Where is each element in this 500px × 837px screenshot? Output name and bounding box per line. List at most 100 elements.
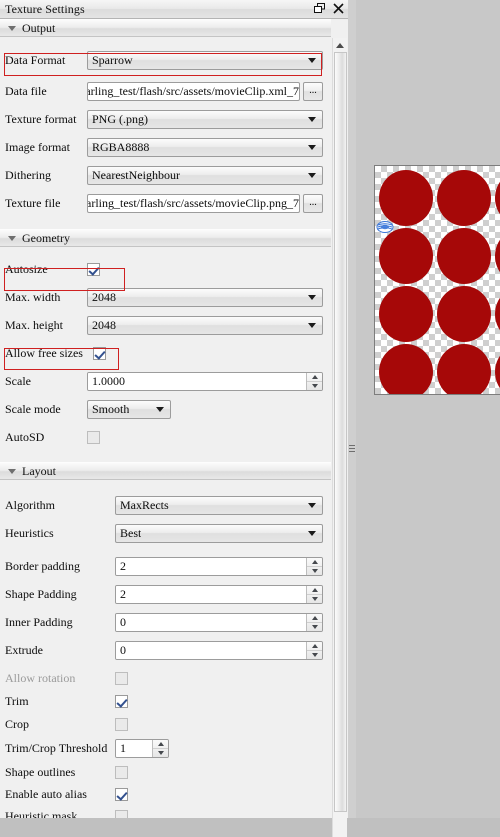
panel-splitter[interactable] bbox=[348, 0, 356, 818]
label-texture-file: Texture file bbox=[5, 195, 61, 210]
sprite-circle bbox=[437, 344, 491, 394]
inner-padding-step-up[interactable] bbox=[307, 614, 322, 623]
panel-title: Texture Settings bbox=[5, 2, 85, 16]
texture-file-input[interactable]: 7_starling_test/flash/src/assets/movieCl… bbox=[87, 193, 300, 213]
extrude-input[interactable]: 0 bbox=[115, 640, 323, 660]
shape-padding-input[interactable]: 2 bbox=[115, 584, 323, 604]
chevron-down-icon bbox=[8, 468, 16, 474]
preview-pane bbox=[356, 0, 500, 818]
extrude-value: 0 bbox=[116, 641, 306, 659]
label-data-file: Data file bbox=[5, 83, 47, 98]
label-scale: Scale bbox=[5, 373, 31, 388]
inner-padding-input[interactable]: 0 bbox=[115, 612, 323, 632]
section-body-geometry: Autosize Max. width 2048 Max. height 204… bbox=[0, 247, 331, 453]
inner-padding-step-down[interactable] bbox=[307, 623, 322, 631]
max-width-value: 2048 bbox=[92, 289, 116, 304]
sprite-circle bbox=[437, 170, 491, 226]
heuristics-select[interactable]: Best bbox=[115, 523, 323, 543]
extrude-step-up[interactable] bbox=[307, 642, 322, 651]
border-padding-step-up[interactable] bbox=[307, 558, 322, 567]
inner-padding-stepper[interactable] bbox=[306, 613, 322, 631]
heuristic-mask-checkbox[interactable] bbox=[115, 809, 128, 818]
chevron-down-icon bbox=[308, 295, 316, 300]
section-header-layout[interactable]: Layout bbox=[0, 462, 331, 480]
splitter-grip-icon bbox=[349, 441, 355, 455]
section-body-layout: Algorithm MaxRects Heuristics Best Borde… bbox=[0, 480, 331, 818]
shape-padding-stepper[interactable] bbox=[306, 585, 322, 603]
allow-free-sizes-checkbox[interactable] bbox=[93, 346, 106, 360]
border-padding-step-down[interactable] bbox=[307, 567, 322, 575]
enable-auto-alias-checkbox[interactable] bbox=[115, 787, 128, 801]
shape-padding-step-up[interactable] bbox=[307, 586, 322, 595]
trim-crop-threshold-step-up[interactable] bbox=[153, 740, 168, 749]
shape-padding-step-down[interactable] bbox=[307, 595, 322, 603]
autosize-checkbox[interactable] bbox=[87, 262, 100, 276]
label-autosd: AutoSD bbox=[5, 429, 45, 444]
scale-mode-select[interactable]: Smooth bbox=[87, 399, 171, 419]
float-icon[interactable] bbox=[313, 1, 326, 15]
image-format-select[interactable]: RGBA8888 bbox=[87, 137, 323, 157]
texture-format-select[interactable]: PNG (.png) bbox=[87, 109, 323, 129]
algorithm-select[interactable]: MaxRects bbox=[115, 495, 323, 515]
label-border-padding: Border padding bbox=[5, 558, 80, 573]
row-texture-format: Texture format PNG (.png) bbox=[0, 107, 331, 131]
trim-checkbox[interactable] bbox=[115, 695, 128, 708]
scrollbar-thumb[interactable] bbox=[334, 52, 347, 812]
settings-content: Output Data Format Sparrow Data file 7_s… bbox=[0, 19, 331, 818]
selected-sprite-marker[interactable] bbox=[376, 220, 394, 234]
row-image-format: Image format RGBA8888 bbox=[0, 135, 331, 159]
crop-checkbox[interactable] bbox=[115, 718, 128, 731]
sprite-circle bbox=[379, 228, 433, 284]
autosd-checkbox[interactable] bbox=[87, 430, 100, 444]
border-padding-input[interactable]: 2 bbox=[115, 556, 323, 576]
row-data-format: Data Format Sparrow bbox=[0, 48, 331, 72]
section-label-geometry: Geometry bbox=[22, 230, 70, 245]
trim-crop-threshold-input[interactable]: 1 bbox=[115, 739, 169, 758]
vertical-scrollbar[interactable] bbox=[332, 38, 347, 837]
scale-stepper[interactable] bbox=[306, 372, 322, 390]
texture-settings-panel: Texture Settings Output Data Format Spar… bbox=[0, 0, 350, 837]
section-header-geometry[interactable]: Geometry bbox=[0, 229, 331, 247]
texture-file-value: 7_starling_test/flash/src/assets/movieCl… bbox=[88, 195, 299, 210]
label-autosize: Autosize bbox=[5, 261, 48, 276]
extrude-step-down[interactable] bbox=[307, 651, 322, 659]
label-inner-padding: Inner Padding bbox=[5, 614, 73, 629]
shape-outlines-checkbox[interactable] bbox=[115, 765, 128, 779]
data-file-input[interactable]: 7_starling_test/flash/src/assets/movieCl… bbox=[87, 81, 300, 101]
label-texture-format: Texture format bbox=[5, 111, 77, 126]
trim-crop-threshold-step-down[interactable] bbox=[153, 749, 168, 757]
chevron-down-icon bbox=[308, 58, 316, 63]
row-crop: Crop bbox=[0, 713, 331, 736]
row-enable-auto-alias: Enable auto alias bbox=[0, 783, 331, 805]
scale-step-down[interactable] bbox=[307, 382, 322, 390]
dithering-select[interactable]: NearestNeighbour bbox=[87, 165, 323, 185]
scale-step-up[interactable] bbox=[307, 373, 322, 382]
texture-file-browse-button[interactable]: ... bbox=[303, 193, 323, 213]
scroll-up-button[interactable] bbox=[333, 38, 347, 52]
section-header-output[interactable]: Output bbox=[0, 19, 331, 37]
max-height-value: 2048 bbox=[92, 317, 116, 332]
border-padding-value: 2 bbox=[116, 557, 306, 575]
row-shape-padding: Shape Padding 2 bbox=[0, 582, 331, 606]
chevron-down-icon bbox=[308, 531, 316, 536]
max-width-select[interactable]: 2048 bbox=[87, 287, 323, 307]
data-file-browse-button[interactable]: ... bbox=[303, 81, 323, 101]
heuristics-value: Best bbox=[120, 525, 142, 540]
chevron-down-icon bbox=[156, 407, 164, 412]
sprite-circle bbox=[379, 344, 433, 394]
texture-atlas-preview[interactable] bbox=[374, 165, 500, 395]
extrude-stepper[interactable] bbox=[306, 641, 322, 659]
chevron-down-icon bbox=[308, 145, 316, 150]
close-icon[interactable] bbox=[332, 1, 345, 15]
trim-crop-threshold-stepper[interactable] bbox=[152, 740, 168, 757]
label-image-format: Image format bbox=[5, 139, 70, 154]
max-height-select[interactable]: 2048 bbox=[87, 315, 323, 335]
scale-input[interactable]: 1.0000 bbox=[87, 371, 323, 391]
scrollbar-track[interactable] bbox=[334, 52, 347, 837]
titlebar-buttons bbox=[313, 1, 345, 15]
border-padding-stepper[interactable] bbox=[306, 557, 322, 575]
row-trim-crop-threshold: Trim/Crop Threshold 1 bbox=[0, 736, 331, 761]
row-heuristic-mask: Heuristic mask bbox=[0, 805, 331, 818]
label-algorithm: Algorithm bbox=[5, 497, 55, 512]
data-format-select[interactable]: Sparrow bbox=[87, 50, 323, 70]
